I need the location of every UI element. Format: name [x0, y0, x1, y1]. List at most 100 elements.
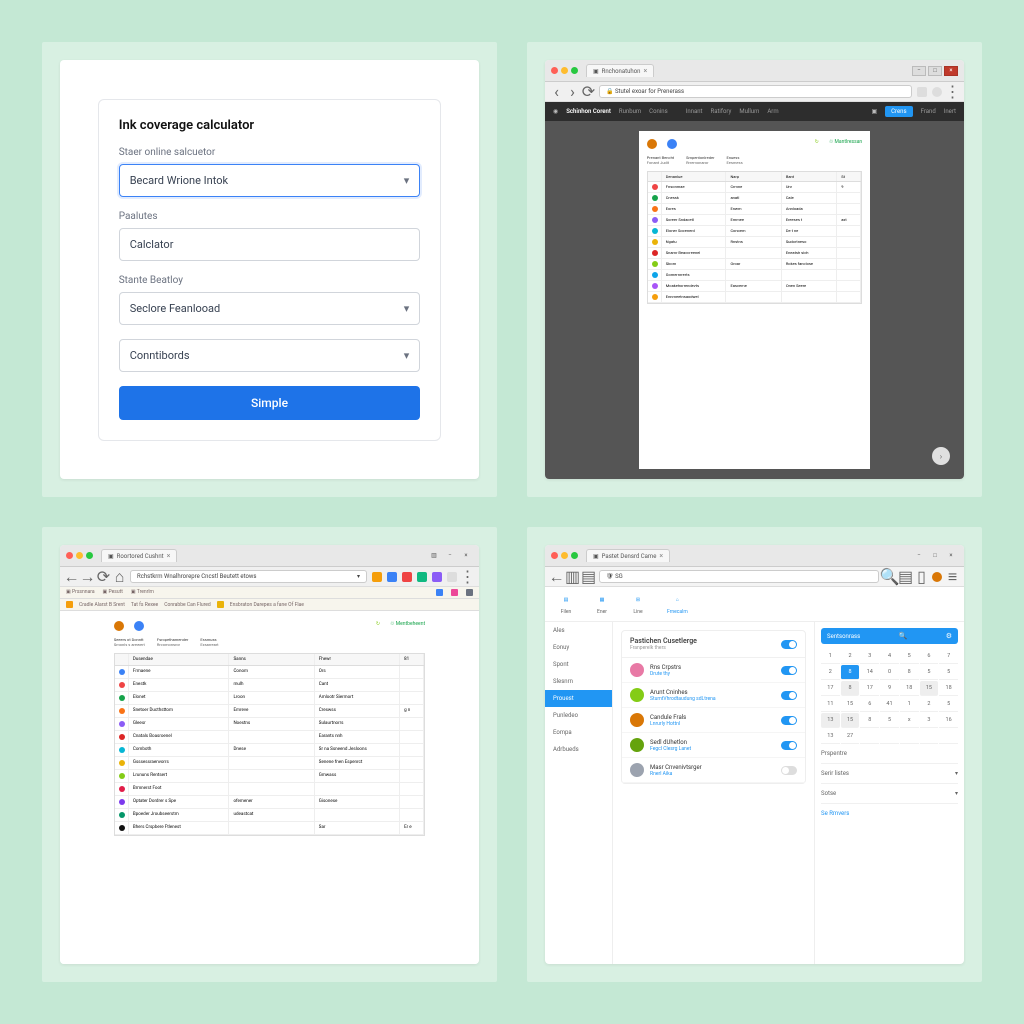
win-tab-icon[interactable]: ▥ [427, 551, 441, 561]
calendar-link[interactable]: Se Rmvers [821, 804, 958, 817]
calendar-cell[interactable]: 8 [841, 665, 860, 680]
nav-tab-active[interactable]: ⌂Frnecalm [667, 593, 688, 615]
minimize-icon[interactable] [561, 552, 568, 559]
ext-icon[interactable] [436, 589, 443, 596]
avatar-icon[interactable] [932, 572, 942, 582]
home-icon[interactable]: ⌂ [114, 571, 125, 582]
menu-icon[interactable]: ⋮ [462, 571, 473, 582]
bookmark-link[interactable]: Conrabbe Can Flured [164, 602, 211, 608]
calendar-cell[interactable]: 18 [939, 681, 958, 696]
search-icon[interactable]: 🔍 [899, 632, 908, 640]
sidebar-item[interactable]: Adrbueds [545, 741, 612, 758]
option-row[interactable]: Serir listes▾ [821, 764, 958, 784]
primary-button[interactable]: Crens [885, 106, 912, 117]
minimize-icon[interactable] [561, 67, 568, 74]
calendar-cell[interactable]: 16 [939, 713, 958, 728]
address-bar[interactable]: Rchstkrm Wnalhrorepre Cncstl Beutett eto… [130, 570, 367, 583]
calendar-cell[interactable]: 8 [900, 665, 919, 680]
calendar-cell[interactable]: 17 [860, 681, 879, 696]
maximize-icon[interactable] [86, 552, 93, 559]
bookmark-icon[interactable]: ▯ [916, 571, 927, 582]
calendar-cell[interactable]: 18 [900, 681, 919, 696]
ext-icon[interactable] [432, 572, 442, 582]
back-icon[interactable]: ← [66, 571, 77, 582]
menu-icon[interactable]: ⋮ [947, 86, 958, 97]
ext-icon[interactable] [387, 572, 397, 582]
bookmark-link[interactable]: Cradle Alarst B Srent [79, 602, 125, 608]
nav-link[interactable]: Arm [767, 108, 778, 115]
calendar-cell[interactable]: 1 [900, 697, 919, 712]
panel-icon[interactable]: ▤ [583, 571, 594, 582]
sidebar-icon[interactable]: ▥ [567, 571, 578, 582]
close-tab-icon[interactable]: × [659, 552, 663, 560]
reader-icon[interactable]: ▤ [900, 571, 911, 582]
bookmark-icon[interactable] [66, 601, 73, 608]
calendar-cell[interactable]: 3 [920, 713, 939, 728]
calendar-cell[interactable]: 15 [841, 713, 860, 728]
bookmark-folder-icon[interactable]: ▣ Trenrlm [131, 589, 154, 596]
calendar-cell[interactable]: 5 [920, 665, 939, 680]
close-icon[interactable] [66, 552, 73, 559]
ext-icon[interactable] [447, 572, 457, 582]
calendar-cell[interactable]: 3 [860, 649, 879, 664]
sidebar-item[interactable]: Eompa [545, 724, 612, 741]
nav-link[interactable]: Runbum [619, 108, 641, 115]
calendar-cell[interactable]: 0 [880, 665, 899, 680]
win-close-icon[interactable]: × [459, 551, 473, 561]
win-minimize-icon[interactable]: − [912, 551, 926, 561]
field-4-select[interactable]: Conntibords ▾ [119, 339, 421, 372]
contact-toggle[interactable] [781, 716, 797, 725]
ext-icon[interactable] [451, 589, 458, 596]
option-row[interactable]: Sotse▾ [821, 784, 958, 804]
contact-toggle[interactable] [781, 666, 797, 675]
calendar-cell[interactable]: x [900, 713, 919, 728]
notification-icon[interactable]: ▣ [871, 108, 877, 115]
sidebar-item[interactable]: Slesnrn [545, 673, 612, 690]
maximize-icon[interactable] [571, 67, 578, 74]
contact-row[interactable]: Candule FralsLnrurly Hottnl [622, 708, 805, 733]
calendar-cell[interactable]: 2 [920, 697, 939, 712]
fab-next-icon[interactable]: › [932, 447, 950, 465]
calendar-cell[interactable]: 5 [880, 713, 899, 728]
menu-icon[interactable]: ≡ [947, 571, 958, 582]
close-tab-icon[interactable]: × [643, 67, 647, 75]
submit-button[interactable]: Simple [119, 386, 421, 420]
contact-toggle[interactable] [781, 741, 797, 750]
calendar-cell[interactable]: 6 [920, 649, 939, 664]
nav-tab[interactable]: ▤Filen [559, 593, 573, 615]
calendar-cell[interactable]: 2 [821, 665, 840, 680]
bookmark-link[interactable]: Ensbraton Darepes a fane Of Flae [230, 602, 304, 608]
calendar-cell[interactable] [939, 729, 958, 744]
calendar-cell[interactable]: 13 [821, 713, 840, 728]
back-icon[interactable]: ‹ [551, 86, 562, 97]
win-maximize-icon[interactable]: □ [928, 551, 942, 561]
ext-icon[interactable] [421, 589, 428, 596]
bookmark-folder-icon[interactable]: ▣ Pesutt [103, 589, 123, 596]
bookmark-folder-icon[interactable]: ▣ Prssnnara [66, 589, 95, 596]
sidebar-item[interactable]: Spont [545, 656, 612, 673]
close-icon[interactable] [551, 552, 558, 559]
nav-tab[interactable]: ⊞Line [631, 593, 645, 615]
contact-row[interactable]: Rns CrpstrsDrute thy [622, 658, 805, 683]
calendar-cell[interactable]: 9 [880, 681, 899, 696]
sidebar-item[interactable]: Punledeo [545, 707, 612, 724]
nav-link[interactable]: Inert [944, 108, 956, 115]
calendar-cell[interactable]: 15 [920, 681, 939, 696]
calendar-cell[interactable]: 5 [939, 697, 958, 712]
calendar-cell[interactable] [900, 729, 919, 744]
browser-tab[interactable]: ▣ Rnchonatuhon × [586, 64, 654, 77]
calendar-cell[interactable]: 7 [939, 649, 958, 664]
calendar-cell[interactable] [920, 729, 939, 744]
bookmark-icon[interactable] [217, 601, 224, 608]
calendar-cell[interactable]: 11 [821, 697, 840, 712]
sidebar-item[interactable]: Prouest [545, 690, 612, 707]
reload-icon[interactable]: ⟳ [583, 86, 594, 97]
ext-icon[interactable] [417, 572, 427, 582]
back-icon[interactable]: ← [551, 571, 562, 582]
browser-tab[interactable]: ▣ Roortored Cushnt × [101, 549, 177, 562]
calendar-cell[interactable]: 2 [841, 649, 860, 664]
win-maximize-icon[interactable]: □ [928, 66, 942, 76]
calendar-cell[interactable]: 4 [880, 649, 899, 664]
search-bar[interactable]: 🛡 SG [599, 570, 879, 583]
field-1-select[interactable]: Becard Wrione Intok ▾ [119, 164, 421, 197]
